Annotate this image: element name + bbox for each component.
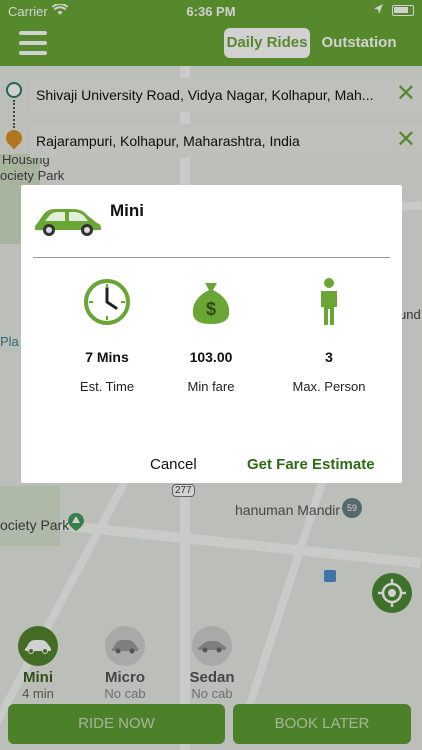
max-person-label: Max. Person — [292, 379, 366, 394]
get-fare-estimate-button[interactable]: Get Fare Estimate — [247, 456, 375, 473]
est-time-label: Est. Time — [79, 379, 135, 394]
clock-icon — [47, 277, 167, 327]
fare-info-dialog: Mini 7 Mins Est. Time $ 103.00 Min fare … — [21, 185, 402, 483]
max-person-block: 3 Max. Person — [269, 277, 389, 394]
person-icon — [269, 277, 389, 327]
max-person-value: 3 — [325, 349, 333, 365]
money-bag-icon: $ — [151, 277, 271, 327]
dialog-divider — [33, 257, 390, 258]
dialog-cab-name: Mini — [110, 201, 144, 220]
est-time-block: 7 Mins Est. Time — [47, 277, 167, 394]
min-fare-label: Min fare — [187, 379, 235, 394]
est-time-value: 7 Mins — [85, 349, 129, 365]
cancel-button[interactable]: Cancel — [150, 456, 197, 473]
min-fare-block: $ 103.00 Min fare — [151, 277, 271, 394]
car-icon — [33, 203, 103, 242]
svg-text:$: $ — [206, 299, 216, 319]
min-fare-value: 103.00 — [189, 349, 233, 365]
